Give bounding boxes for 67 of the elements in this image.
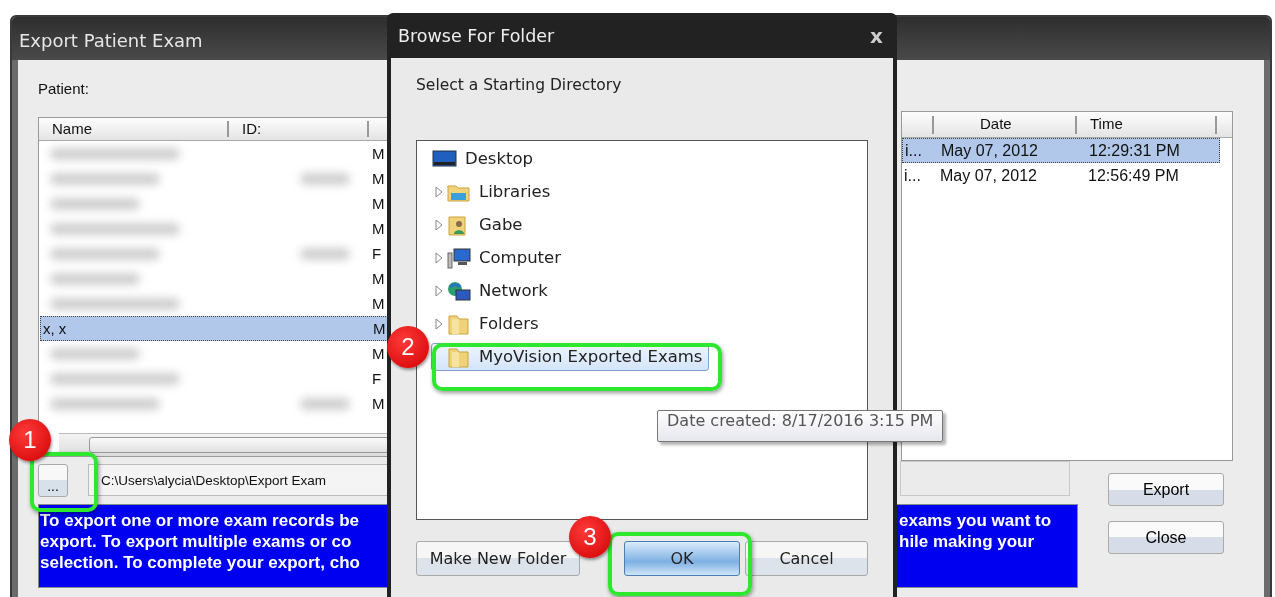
window-title: Browse For Folder: [398, 25, 555, 46]
column-header[interactable]: ID:: [229, 121, 369, 137]
instructions-text: exams you want to hile making your: [899, 510, 1053, 553]
list-row[interactable]: i... May 07, 2012 12:29:31 PM: [902, 138, 1220, 163]
prompt-text: Select a Starting Directory: [416, 76, 623, 96]
table-cell-text: i...: [904, 141, 923, 160]
dialog-button[interactable]: Export: [1108, 473, 1224, 506]
tree-item[interactable]: Gabe: [431, 210, 530, 239]
list-row[interactable]: F: [40, 241, 396, 266]
table-cell-text: M: [372, 145, 386, 162]
table-cell-text: i...: [903, 166, 922, 185]
list-row[interactable]: i... May 07, 2012 12:56:49 PM: [902, 163, 1220, 188]
table-cell-text: M: [372, 345, 386, 362]
column-header[interactable]: Name: [39, 121, 229, 137]
dialog-button[interactable]: Close: [1108, 521, 1224, 554]
browse-button[interactable]: ...: [38, 464, 68, 497]
list-row[interactable]: M: [40, 166, 396, 191]
text-field[interactable]: [900, 461, 1070, 496]
folder-icon: [446, 345, 471, 368]
expand-arrow-icon[interactable]: [435, 185, 443, 198]
tree-item[interactable]: Folders: [431, 309, 546, 338]
expand-arrow-icon[interactable]: [435, 251, 443, 264]
dialog-button[interactable]: Make New Folder: [416, 541, 580, 576]
list-row[interactable]: M: [40, 291, 396, 316]
dialog-button[interactable]: OK: [624, 541, 740, 576]
table-cell-text: May 07, 2012: [941, 141, 1039, 160]
tree-item[interactable]: Desktop: [431, 144, 541, 173]
table-cell-text: 12:29:31 PM: [1089, 141, 1181, 160]
field-value: C:\Users\alycia\Desktop\Export Exam: [101, 472, 327, 488]
list-row[interactable]: M: [40, 141, 396, 166]
table-cell-text: M: [372, 195, 386, 212]
tree-item[interactable]: Libraries: [431, 177, 558, 206]
instructions-text: To export one or more exam records be export. To export multiple exams or co selection. To complete your export, cho: [40, 510, 360, 574]
table-cell-text: M: [372, 295, 386, 312]
tree-item[interactable]: Network: [431, 276, 555, 305]
globe-monitor-icon: [446, 279, 471, 302]
window-close-button[interactable]: x: [870, 23, 883, 48]
table-cell-text: May 07, 2012: [940, 166, 1038, 185]
table-cell-text: F: [372, 245, 383, 262]
list-row[interactable]: M: [40, 216, 396, 241]
table-cell-text: M: [372, 170, 386, 187]
field-label: Patient:: [38, 80, 89, 99]
list-row[interactable]: M: [40, 266, 396, 291]
column-header[interactable]: Time: [1077, 115, 1217, 134]
table-cell-text: M: [372, 220, 386, 237]
redaction-blur: [300, 397, 350, 410]
dialog-button[interactable]: Cancel: [745, 541, 868, 576]
expand-arrow-icon[interactable]: [435, 218, 443, 231]
table-cell-text: M: [372, 270, 386, 287]
list-row[interactable]: M: [40, 391, 396, 416]
tree-item[interactable]: Computer: [431, 243, 569, 272]
column-header[interactable]: Date: [932, 115, 1077, 134]
table-cell-text: x, x: [42, 320, 67, 337]
tooltip: Date created: 8/17/2016 3:15 PM: [657, 410, 944, 442]
table-cell-text: F: [372, 370, 383, 387]
computer-icon: [446, 246, 471, 269]
redaction-blur: [300, 247, 350, 260]
list-row[interactable]: F: [40, 366, 396, 391]
redaction-blur: [300, 172, 350, 185]
monitor-icon: [432, 147, 457, 170]
table-cell-text: M: [372, 395, 386, 412]
table-cell-text: M: [373, 320, 387, 337]
folder-icon: [446, 312, 471, 335]
expand-arrow-icon[interactable]: [435, 317, 443, 330]
table-cell-text: 12:56:49 PM: [1088, 166, 1180, 185]
expand-arrow-icon[interactable]: [435, 284, 443, 297]
list-row[interactable]: M: [40, 191, 396, 216]
